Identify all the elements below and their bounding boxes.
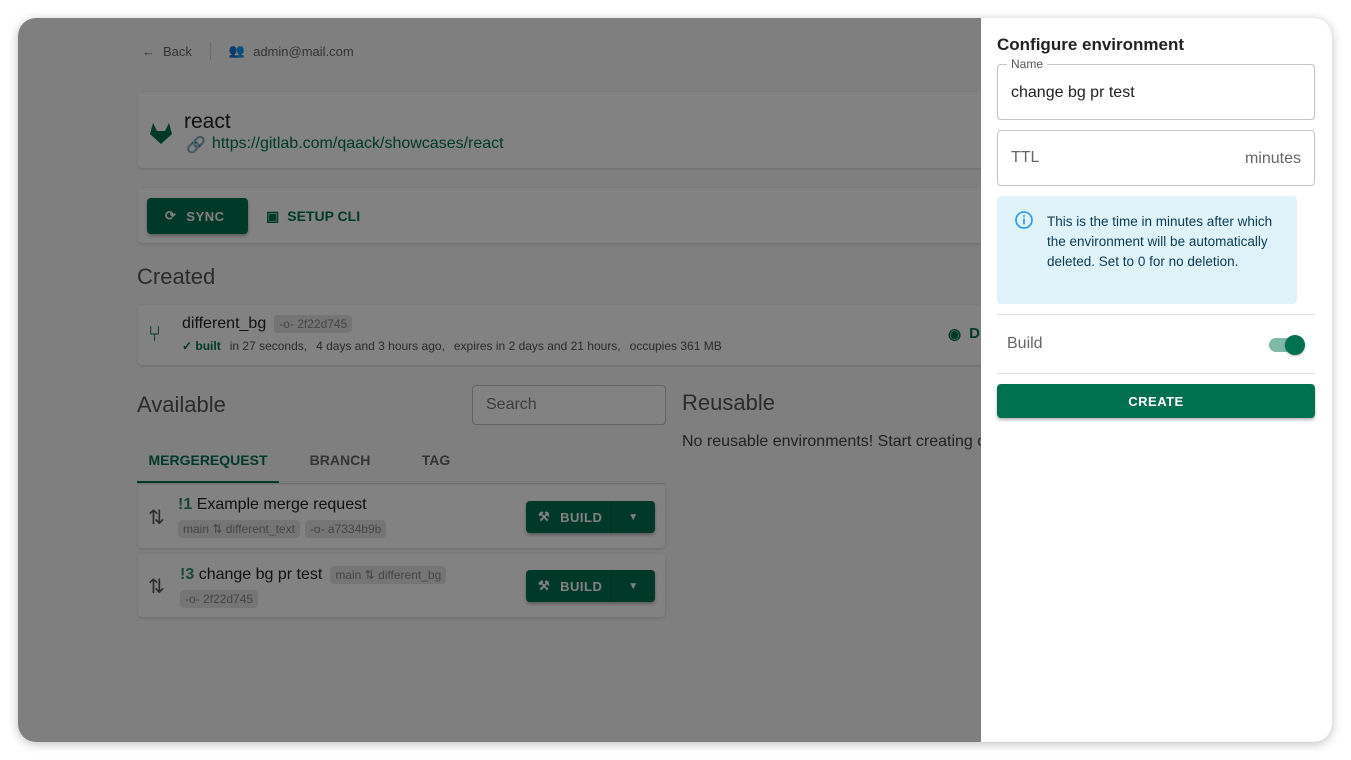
create-button[interactable]: CREATE (997, 384, 1315, 418)
divider (997, 373, 1315, 374)
ttl-label: TTL (1011, 149, 1040, 166)
toggle-thumb (1285, 335, 1305, 355)
name-field[interactable]: Name change bg pr test (997, 57, 1315, 120)
configure-environment-drawer: Configure environment Name change bg pr … (981, 18, 1332, 742)
name-value: change bg pr test (1011, 84, 1135, 101)
ttl-field[interactable]: TTL minutes (997, 130, 1315, 186)
build-toggle[interactable] (1269, 335, 1305, 355)
info-alert: This is the time in minutes after which … (997, 196, 1297, 304)
drawer-title: Configure environment (997, 35, 1185, 54)
name-label: Name (1007, 57, 1048, 71)
build-label: Build (1007, 335, 1043, 352)
divider (997, 314, 1315, 315)
app-window: ← Back 👥 admin@mail.com react 🔗 https://gi… (18, 18, 1332, 742)
info-text: This is the time in minutes after which … (1047, 214, 1273, 269)
ttl-unit: minutes (1244, 150, 1301, 167)
info-icon (1015, 211, 1033, 229)
